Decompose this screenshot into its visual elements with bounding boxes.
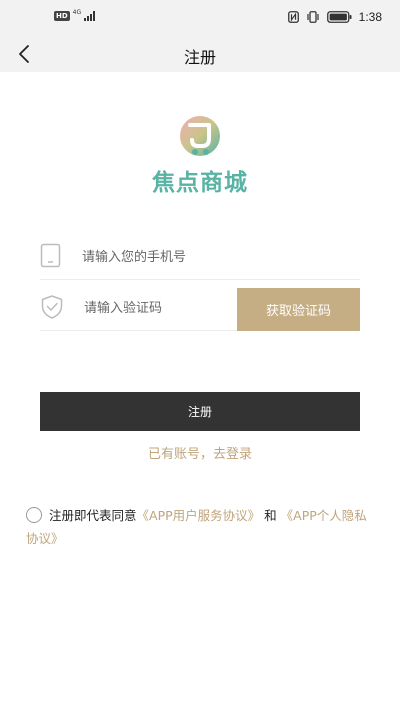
register-button[interactable]: 注册 (40, 392, 360, 431)
phone-input[interactable] (82, 246, 352, 268)
signal-icon (84, 11, 96, 21)
login-link[interactable]: 已有账号，去登录 (0, 443, 400, 462)
vibrate-icon (307, 11, 319, 23)
cart-logo-icon (180, 116, 220, 156)
get-code-button[interactable]: 获取验证码 (237, 288, 360, 331)
phone-icon (40, 243, 61, 268)
status-time: 1:38 (358, 10, 382, 24)
logo-text: 焦点商城 (152, 170, 248, 196)
shield-icon (41, 295, 63, 319)
page-title: 注册 (183, 48, 216, 67)
agreement-prefix: 注册即代表同意 (49, 508, 137, 523)
agreement-and: 和 (264, 508, 277, 523)
agreement-radio[interactable] (26, 507, 42, 523)
phone-field-row (40, 236, 360, 280)
status-bar: HD 4G 1:38 (0, 0, 400, 36)
app-logo: 焦点商城 (140, 115, 260, 196)
header: 注册 (0, 36, 400, 72)
code-input[interactable] (84, 297, 234, 319)
battery-icon (326, 11, 352, 23)
status-right: 1:38 (287, 10, 382, 24)
status-left: HD 4G (54, 8, 96, 21)
service-agreement-link[interactable]: 《APP用户服务协议》 (137, 508, 261, 523)
nfc-icon (287, 11, 299, 23)
agreement: 注册即代表同意《APP用户服务协议》 和 《APP个人隐私协议》 (26, 504, 376, 550)
hd-badge: HD (54, 11, 70, 21)
code-field-row: 获取验证码 (40, 287, 360, 331)
network-type: 4G (72, 8, 82, 16)
